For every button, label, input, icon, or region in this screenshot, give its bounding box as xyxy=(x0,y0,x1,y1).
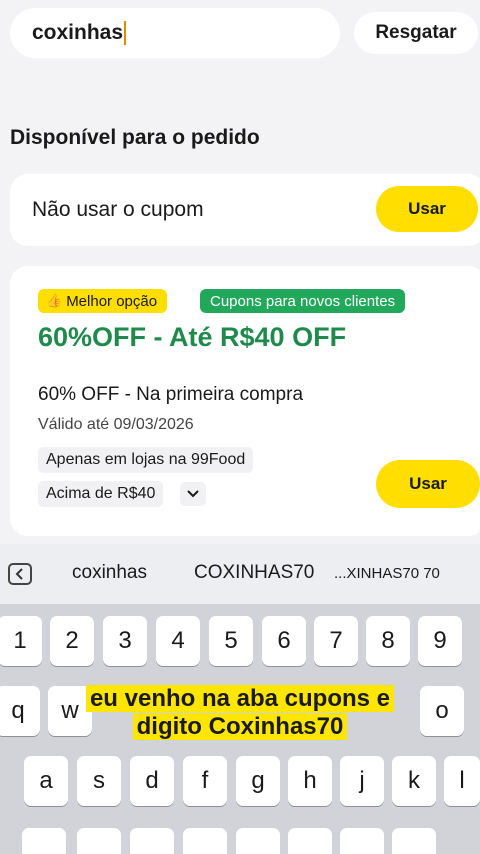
key-9[interactable]: 9 xyxy=(418,616,462,666)
key-shift[interactable] xyxy=(22,828,66,854)
key-l[interactable]: l xyxy=(444,756,480,806)
suggestion-bar: coxinhas COXINHAS70 ...XINHAS70 70 xyxy=(0,544,480,604)
suggestion-collapse-button[interactable] xyxy=(8,563,32,585)
key-a[interactable]: a xyxy=(24,756,68,806)
key-c[interactable] xyxy=(183,828,227,854)
key-z[interactable] xyxy=(77,828,121,854)
coupon-card: 👍 Melhor opção Cupons para novos cliente… xyxy=(10,266,480,536)
coupon-headline: 60%OFF - Até R$40 OFF xyxy=(38,322,347,352)
caption-line-2: digito Coxinhas70 xyxy=(0,712,480,742)
coupon-use-button[interactable]: Usar xyxy=(376,460,480,508)
best-option-label: Melhor opção xyxy=(66,292,158,310)
suggestion-1[interactable]: coxinhas xyxy=(72,562,147,584)
coupon-description: 60% OFF - Na primeira compra xyxy=(38,384,304,405)
key-s[interactable]: s xyxy=(77,756,121,806)
condition-minimum-chip: Acima de R$40 xyxy=(38,481,164,507)
key-8[interactable]: 8 xyxy=(366,616,410,666)
new-customers-badge: Cupons para novos clientes xyxy=(200,289,406,313)
chevron-down-icon xyxy=(187,490,199,498)
key-b[interactable] xyxy=(288,828,332,854)
text-cursor xyxy=(124,21,127,45)
top-bar: coxinhas Resgatar xyxy=(0,0,480,68)
chevron-left-icon xyxy=(15,568,23,580)
caption-text-1: eu venho na aba cupons e xyxy=(85,685,395,712)
key-2[interactable]: 2 xyxy=(50,616,94,666)
caption-line-1: eu venho na aba cupons e xyxy=(0,684,480,714)
coupon-code-input[interactable]: coxinhas xyxy=(10,8,340,58)
suggestion-2[interactable]: COXINHAS70 xyxy=(194,562,314,584)
key-g[interactable]: g xyxy=(236,756,280,806)
key-x[interactable] xyxy=(130,828,174,854)
best-option-badge: 👍 Melhor opção xyxy=(38,289,168,313)
key-3[interactable]: 3 xyxy=(103,616,147,666)
key-7[interactable]: 7 xyxy=(314,616,358,666)
key-h[interactable]: h xyxy=(288,756,332,806)
expand-conditions-button[interactable] xyxy=(180,482,206,506)
redeem-button[interactable]: Resgatar xyxy=(354,12,478,54)
caption-text-2: digito Coxinhas70 xyxy=(132,713,348,740)
key-1[interactable]: 1 xyxy=(0,616,42,666)
key-6[interactable]: 6 xyxy=(262,616,306,666)
suggestion-3[interactable]: ...XINHAS70 70 xyxy=(334,565,440,582)
key-j[interactable]: j xyxy=(340,756,384,806)
key-v[interactable] xyxy=(236,828,280,854)
no-coupon-use-button[interactable]: Usar xyxy=(376,186,478,232)
key-m[interactable] xyxy=(392,828,436,854)
thumbs-up-icon: 👍 xyxy=(46,293,63,308)
key-k[interactable]: k xyxy=(392,756,436,806)
key-4[interactable]: 4 xyxy=(156,616,200,666)
coupon-validity: Válido até 09/03/2026 xyxy=(38,416,194,433)
section-title: Disponível para o pedido xyxy=(10,126,260,149)
no-coupon-option[interactable]: Não usar o cupom Usar xyxy=(10,174,480,246)
key-n[interactable] xyxy=(340,828,384,854)
key-f[interactable]: f xyxy=(183,756,227,806)
key-d[interactable]: d xyxy=(130,756,174,806)
no-coupon-label: Não usar o cupom xyxy=(32,198,204,221)
key-5[interactable]: 5 xyxy=(209,616,253,666)
coupon-code-value: coxinhas xyxy=(32,21,124,44)
condition-stores-chip: Apenas em lojas na 99Food xyxy=(38,447,254,473)
